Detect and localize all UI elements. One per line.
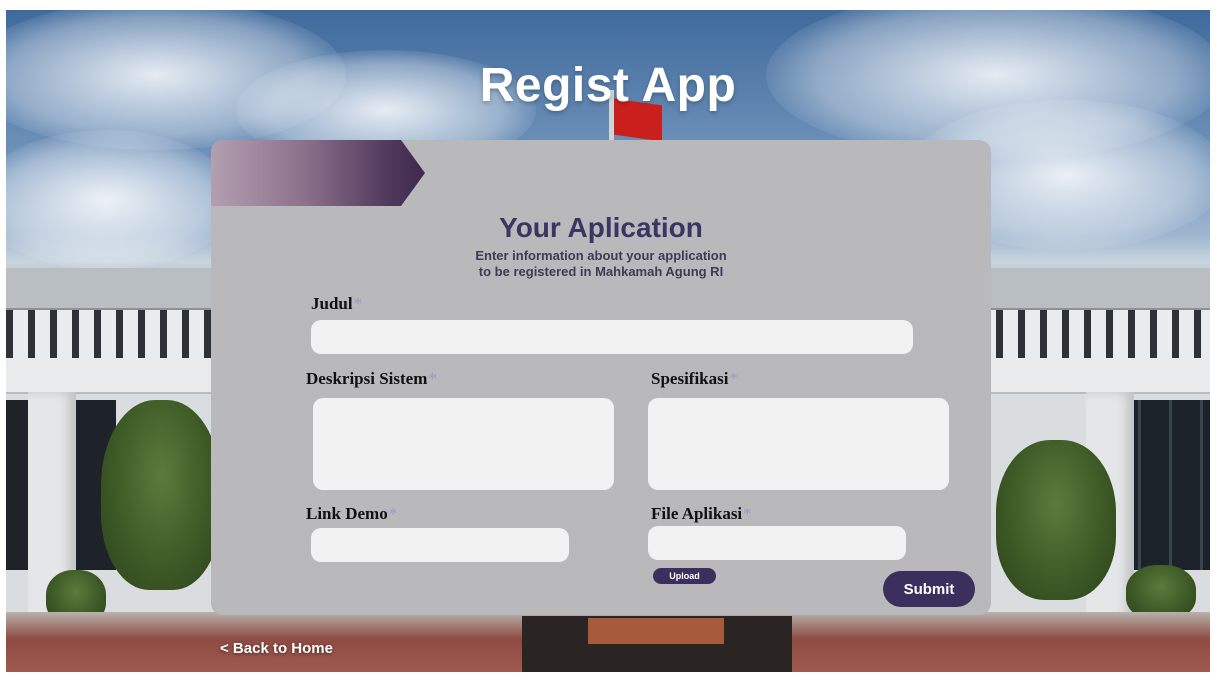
registration-card: Your Aplication Enter information about … <box>211 140 991 615</box>
form-subtitle-line2: to be registered in Mahkamah Agung RI <box>478 264 724 279</box>
card-banner <box>211 140 425 206</box>
judul-input[interactable] <box>311 320 913 354</box>
judul-label: Judul* <box>311 294 362 314</box>
back-to-home-link[interactable]: < Back to Home <box>220 640 333 657</box>
tree <box>101 400 221 590</box>
monument-plaque <box>588 618 724 644</box>
required-marker: * <box>353 294 363 313</box>
required-marker: * <box>428 369 437 388</box>
file-aplikasi-input[interactable] <box>648 526 906 560</box>
link-demo-input[interactable] <box>311 528 569 562</box>
spesifikasi-label: Spesifikasi* <box>651 369 738 389</box>
file-aplikasi-label: File Aplikasi* <box>651 504 752 524</box>
deskripsi-label: Deskripsi Sistem* <box>306 369 437 389</box>
file-aplikasi-label-text: File Aplikasi <box>651 504 743 523</box>
required-marker: * <box>729 369 738 388</box>
spesifikasi-label-text: Spesifikasi <box>651 369 729 388</box>
form-subtitle-line1: Enter information about your application <box>475 248 727 263</box>
app-title: Regist App <box>479 59 737 112</box>
deskripsi-label-text: Deskripsi Sistem <box>306 369 428 388</box>
link-demo-label: Link Demo* <box>306 504 397 524</box>
link-demo-label-text: Link Demo <box>306 504 388 523</box>
required-marker: * <box>743 504 752 523</box>
cloud <box>6 130 236 270</box>
monument <box>522 616 792 672</box>
tree <box>996 440 1116 600</box>
upload-button[interactable]: Upload <box>653 568 716 584</box>
spesifikasi-textarea[interactable] <box>648 398 949 490</box>
deskripsi-textarea[interactable] <box>313 398 614 490</box>
form-subtitle: Enter information about your application… <box>211 248 991 280</box>
required-marker: * <box>388 504 398 523</box>
judul-label-text: Judul <box>311 294 353 313</box>
form-heading: Your Aplication <box>499 212 703 243</box>
submit-button[interactable]: Submit <box>883 571 975 607</box>
